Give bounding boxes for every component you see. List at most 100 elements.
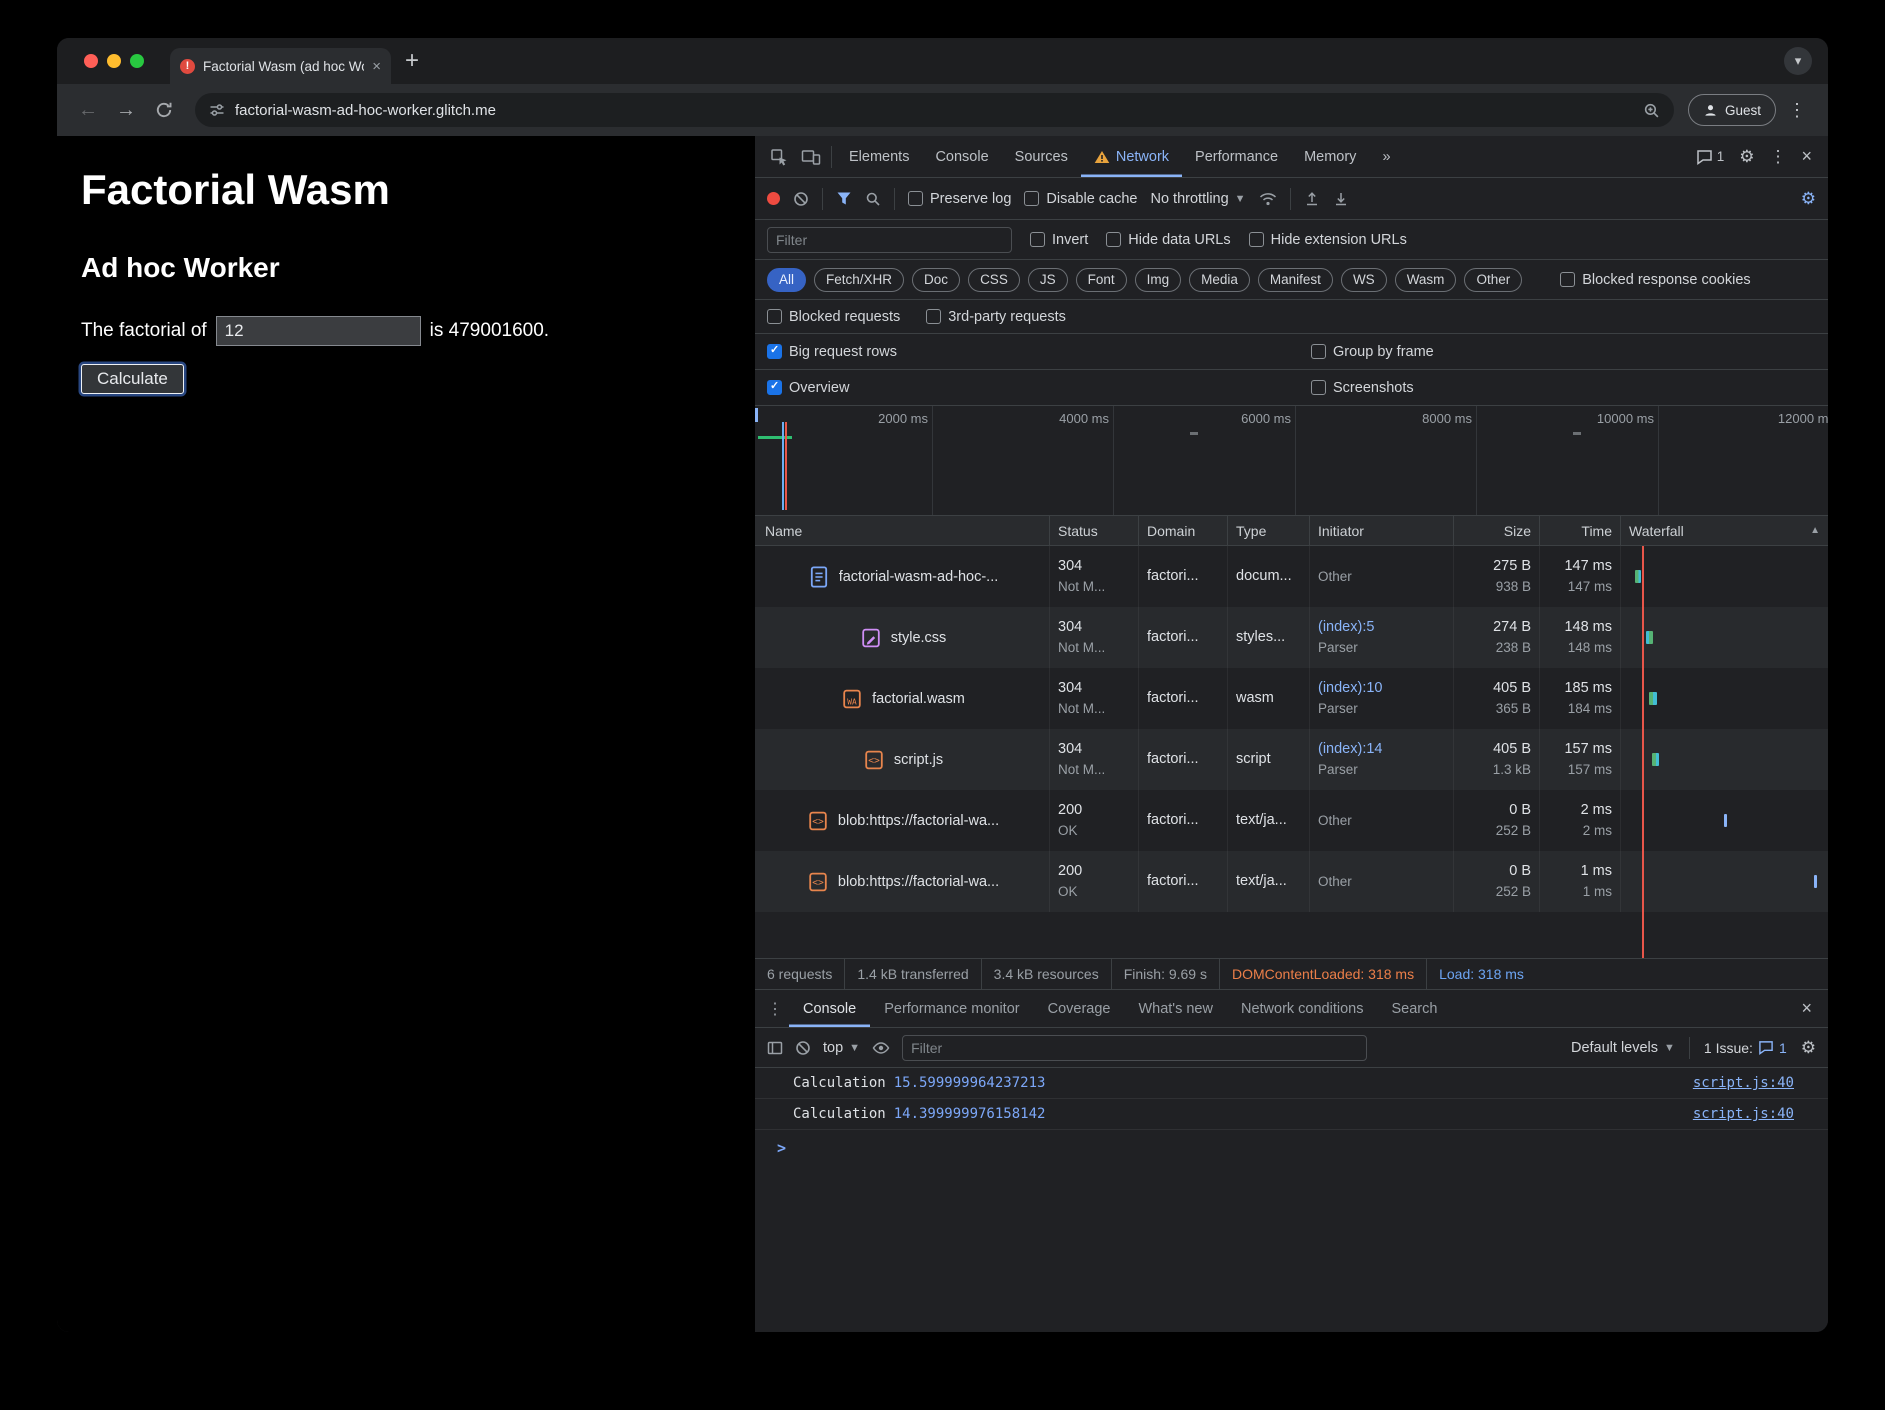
factorial-input[interactable] — [216, 316, 421, 346]
tab-search-button[interactable]: ▾ — [1784, 47, 1812, 75]
url-text[interactable]: factorial-wasm-ad-hoc-worker.glitch.me — [235, 102, 1633, 119]
throttling-select[interactable]: No throttling ▼ — [1150, 191, 1245, 207]
table-row[interactable]: <> blob:https://factorial-wa... 200OK fa… — [755, 851, 1828, 912]
minimize-window-button[interactable] — [107, 54, 121, 68]
table-row[interactable]: style.css 304Not M... factori... styles.… — [755, 607, 1828, 668]
filter-chip-all[interactable]: All — [767, 268, 806, 292]
hide-data-urls-checkbox[interactable]: Hide data URLs — [1106, 232, 1230, 248]
drawer-close-icon[interactable]: × — [1801, 998, 1822, 1019]
filter-toggle-button[interactable] — [836, 191, 852, 206]
console-clear-button[interactable] — [795, 1040, 811, 1056]
filter-chip-other[interactable]: Other — [1464, 268, 1522, 292]
hide-extension-urls-checkbox[interactable]: Hide extension URLs — [1249, 232, 1407, 248]
disable-cache-checkbox[interactable]: Disable cache — [1024, 191, 1137, 207]
filter-chip-wasm[interactable]: Wasm — [1395, 268, 1457, 292]
column-name[interactable]: Name — [755, 516, 1049, 545]
network-settings-icon[interactable]: ⚙ — [1801, 189, 1816, 209]
column-type[interactable]: Type — [1227, 516, 1309, 545]
drawer-menu-icon[interactable]: ⋮ — [761, 990, 789, 1027]
zoom-icon[interactable] — [1643, 102, 1660, 119]
blocked-response-cookies-checkbox[interactable]: Blocked response cookies — [1560, 272, 1750, 288]
console-message[interactable]: Calculation 15.599999964237213 script.js… — [755, 1068, 1828, 1099]
tab-performance[interactable]: Performance — [1182, 136, 1291, 177]
drawer-tab-search[interactable]: Search — [1377, 990, 1451, 1027]
drawer-tab-whats-new[interactable]: What's new — [1124, 990, 1227, 1027]
network-overview-timeline[interactable]: 2000 ms 4000 ms 6000 ms 8000 ms 10000 ms… — [755, 406, 1828, 516]
console-source-link[interactable]: script.js:40 — [1693, 1075, 1794, 1091]
request-initiator-link[interactable]: (index):5 — [1318, 617, 1445, 638]
browser-tab[interactable]: ! Factorial Wasm (ad hoc Worl × — [170, 48, 391, 84]
overview-checkbox[interactable]: Overview — [767, 380, 849, 396]
more-tabs-icon[interactable]: » — [1369, 136, 1403, 177]
screenshots-checkbox[interactable]: Screenshots — [1311, 380, 1414, 396]
console-sidebar-button[interactable] — [767, 1041, 783, 1055]
device-toolbar-button[interactable] — [795, 136, 827, 177]
back-button[interactable]: ← — [71, 93, 105, 127]
blocked-requests-checkbox[interactable]: Blocked requests — [767, 309, 900, 325]
drawer-tab-performance-monitor[interactable]: Performance monitor — [870, 990, 1033, 1027]
console-source-link[interactable]: script.js:40 — [1693, 1106, 1794, 1122]
column-waterfall[interactable]: Waterfall ▲ — [1620, 516, 1828, 545]
close-window-button[interactable] — [84, 54, 98, 68]
clear-button[interactable] — [793, 191, 809, 207]
console-eye-button[interactable] — [872, 1041, 890, 1055]
table-row[interactable]: factorial-wasm-ad-hoc-... 304Not M... fa… — [755, 546, 1828, 607]
invert-checkbox[interactable]: Invert — [1030, 232, 1088, 248]
table-row[interactable]: WA factorial.wasm 304Not M... factori...… — [755, 668, 1828, 729]
export-har-button[interactable] — [1333, 191, 1349, 207]
third-party-requests-checkbox[interactable]: 3rd-party requests — [926, 309, 1066, 325]
network-search-button[interactable] — [865, 191, 881, 207]
maximize-window-button[interactable] — [130, 54, 144, 68]
console-issues-counter[interactable]: 1 Issue: 1 — [1704, 1040, 1787, 1056]
table-row[interactable]: <> script.js 304Not M... factori... scri… — [755, 729, 1828, 790]
filter-chip-img[interactable]: Img — [1135, 268, 1182, 292]
drawer-tab-console[interactable]: Console — [789, 990, 870, 1027]
forward-button[interactable]: → — [109, 93, 143, 127]
address-bar[interactable]: factorial-wasm-ad-hoc-worker.glitch.me — [195, 93, 1674, 127]
table-row[interactable]: <> blob:https://factorial-wa... 200OK fa… — [755, 790, 1828, 851]
inspect-element-button[interactable] — [763, 136, 795, 177]
column-size[interactable]: Size — [1453, 516, 1539, 545]
tab-elements[interactable]: Elements — [836, 136, 922, 177]
filter-chip-doc[interactable]: Doc — [912, 268, 960, 292]
tab-console[interactable]: Console — [922, 136, 1001, 177]
calculate-button[interactable]: Calculate — [81, 364, 184, 394]
network-filter-input[interactable] — [767, 227, 1012, 253]
tab-close-icon[interactable]: × — [372, 58, 381, 75]
column-initiator[interactable]: Initiator — [1309, 516, 1453, 545]
column-domain[interactable]: Domain — [1138, 516, 1227, 545]
reload-button[interactable] — [147, 93, 181, 127]
record-button[interactable] — [767, 192, 780, 205]
tab-memory[interactable]: Memory — [1291, 136, 1369, 177]
request-initiator-link[interactable]: (index):10 — [1318, 678, 1445, 699]
devtools-close-icon[interactable]: × — [1801, 146, 1812, 167]
site-settings-icon[interactable] — [209, 102, 225, 118]
console-message[interactable]: Calculation 14.399999976158142 script.js… — [755, 1099, 1828, 1130]
filter-chip-font[interactable]: Font — [1076, 268, 1127, 292]
console-prompt[interactable]: > — [755, 1130, 1828, 1157]
devtools-settings-icon[interactable]: ⚙ — [1739, 147, 1754, 167]
console-context-select[interactable]: top ▼ — [823, 1040, 860, 1056]
drawer-tab-coverage[interactable]: Coverage — [1034, 990, 1125, 1027]
column-status[interactable]: Status — [1049, 516, 1138, 545]
preserve-log-checkbox[interactable]: Preserve log — [908, 191, 1011, 207]
filter-chip-js[interactable]: JS — [1028, 268, 1068, 292]
console-filter-input[interactable] — [902, 1035, 1367, 1061]
network-conditions-button[interactable] — [1259, 192, 1277, 206]
request-initiator-link[interactable]: (index):14 — [1318, 739, 1445, 760]
filter-chip-ws[interactable]: WS — [1341, 268, 1387, 292]
import-har-button[interactable] — [1304, 191, 1320, 207]
browser-menu-button[interactable]: ⋮ — [1780, 100, 1814, 121]
big-request-rows-checkbox[interactable]: Big request rows — [767, 344, 897, 360]
tab-network[interactable]: Network — [1081, 136, 1182, 177]
issues-counter[interactable]: 1 — [1696, 149, 1725, 165]
drawer-tab-network-conditions[interactable]: Network conditions — [1227, 990, 1378, 1027]
filter-chip-media[interactable]: Media — [1189, 268, 1250, 292]
filter-chip-fetch-xhr[interactable]: Fetch/XHR — [814, 268, 904, 292]
log-levels-select[interactable]: Default levels ▼ — [1571, 1040, 1675, 1056]
devtools-menu-icon[interactable]: ⋮ — [1769, 147, 1786, 167]
column-time[interactable]: Time — [1539, 516, 1620, 545]
new-tab-button[interactable]: + — [405, 49, 419, 73]
console-settings-icon[interactable]: ⚙ — [1801, 1038, 1816, 1058]
group-by-frame-checkbox[interactable]: Group by frame — [1311, 344, 1434, 360]
